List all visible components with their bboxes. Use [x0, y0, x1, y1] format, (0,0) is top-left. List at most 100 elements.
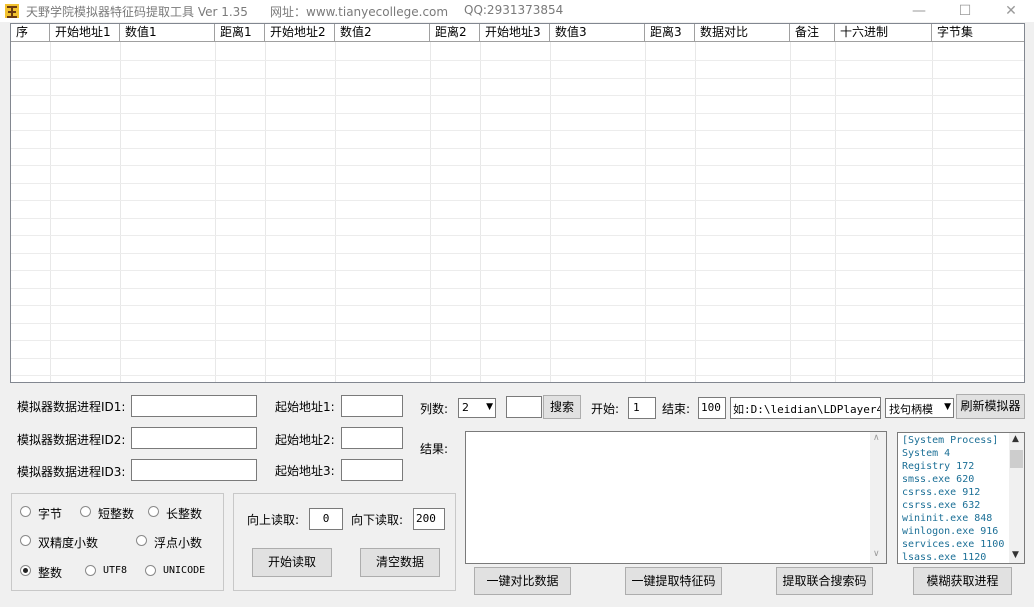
process-item[interactable]: Registry 172: [902, 461, 974, 472]
process-item[interactable]: csrss.exe 632: [902, 500, 980, 511]
radio-int[interactable]: [20, 565, 31, 576]
column-header[interactable]: 开始地址1: [50, 24, 120, 41]
start-label: 开始:: [591, 402, 620, 416]
radio-long[interactable]: [148, 506, 159, 517]
refresh-emulator-button[interactable]: 刷新模拟器: [956, 394, 1025, 419]
grid-row-line: [11, 287, 1024, 289]
column-header[interactable]: 开始地址2: [265, 24, 335, 41]
grid-column-line: [265, 42, 266, 382]
radio-utf8[interactable]: [85, 565, 96, 576]
process-item[interactable]: wininit.exe 848: [902, 513, 992, 524]
handle-select-value: 找句柄模: [889, 403, 933, 416]
grid-column-line: [215, 42, 216, 382]
scroll-up-icon[interactable]: ∧: [873, 433, 880, 443]
column-header[interactable]: 数值3: [550, 24, 645, 41]
process-item[interactable]: csrss.exe 912: [902, 487, 980, 498]
column-header[interactable]: 开始地址3: [480, 24, 550, 41]
clear-data-button[interactable]: 清空数据: [360, 548, 440, 577]
search-input[interactable]: [506, 396, 542, 418]
qq-label: QQ:2931373854: [464, 3, 564, 17]
grid-row-line: [11, 357, 1024, 359]
radio-byte-label[interactable]: 字节: [38, 505, 62, 522]
extract-combined-search-button[interactable]: 提取联合搜索码: [776, 567, 873, 595]
radio-long-label[interactable]: 长整数: [166, 505, 202, 522]
radio-double-label[interactable]: 双精度小数: [38, 534, 98, 551]
addr2-label: 起始地址2:: [275, 433, 335, 447]
scroll-down-icon[interactable]: ∨: [873, 549, 880, 559]
grid-row-line: [11, 375, 1024, 376]
scroll-down-icon[interactable]: ▼: [1012, 550, 1019, 560]
extract-signature-button[interactable]: 一键提取特征码: [625, 567, 722, 595]
process-item[interactable]: System 4: [902, 448, 950, 459]
close-button[interactable]: ✕: [988, 0, 1034, 22]
cols-value: 2: [462, 401, 469, 414]
read-up-label: 向上读取:: [247, 513, 300, 527]
pid2-label: 模拟器数据进程ID2:: [17, 433, 126, 447]
scroll-up-icon[interactable]: ▲: [1012, 434, 1019, 444]
column-header[interactable]: 距离2: [430, 24, 480, 41]
end-label: 结束:: [662, 402, 691, 416]
grid-column-line: [480, 42, 481, 382]
column-header[interactable]: 数据对比: [695, 24, 790, 41]
start-input[interactable]: 1: [628, 397, 656, 419]
fuzzy-process-button[interactable]: 模糊获取进程: [913, 567, 1012, 595]
column-header[interactable]: 十六进制: [835, 24, 932, 41]
radio-byte[interactable]: [20, 506, 31, 517]
radio-double[interactable]: [20, 535, 31, 546]
grid-column-line: [645, 42, 646, 382]
addr3-input[interactable]: [341, 459, 403, 481]
chevron-down-icon: ▼: [486, 402, 493, 412]
column-header[interactable]: 序: [11, 24, 50, 41]
pid3-input[interactable]: [131, 459, 257, 481]
radio-short-label[interactable]: 短整数: [98, 505, 134, 522]
process-scroll-thumb[interactable]: [1010, 450, 1023, 468]
process-item[interactable]: [System Process]: [902, 435, 998, 446]
grid-row-line: [11, 182, 1024, 184]
grid-row-line: [11, 77, 1024, 79]
addr2-input[interactable]: [341, 427, 403, 449]
grid-column-line: [430, 42, 431, 382]
column-header[interactable]: 距离1: [215, 24, 265, 41]
radio-utf8-label[interactable]: UTF8: [103, 565, 127, 576]
path-input[interactable]: 如:D:\leidian\LDPlayer4\: [730, 397, 881, 419]
process-item[interactable]: lsass.exe 1120: [902, 552, 986, 563]
grid-row-line: [11, 165, 1024, 166]
process-item[interactable]: services.exe 1100: [902, 539, 1004, 550]
maximize-button[interactable]: ☐: [942, 0, 988, 22]
process-item[interactable]: smss.exe 620: [902, 474, 974, 485]
column-header[interactable]: 数值2: [335, 24, 430, 41]
minimize-button[interactable]: —: [896, 0, 942, 22]
read-up-input[interactable]: 0: [309, 508, 343, 530]
read-down-label: 向下读取:: [351, 513, 404, 527]
column-header[interactable]: 数值1: [120, 24, 215, 41]
compare-data-button[interactable]: 一键对比数据: [474, 567, 571, 595]
read-down-input[interactable]: 200: [413, 508, 445, 530]
pid2-input[interactable]: [131, 427, 257, 449]
search-button[interactable]: 搜索: [543, 395, 581, 419]
radio-int-label[interactable]: 整数: [38, 564, 62, 581]
process-list[interactable]: [System Process] System 4 Registry 172 s…: [897, 432, 1025, 564]
result-textarea[interactable]: [465, 431, 887, 564]
column-header[interactable]: 备注: [790, 24, 835, 41]
radio-float[interactable]: [136, 535, 147, 546]
radio-unicode-label[interactable]: UNICODE: [163, 565, 205, 576]
result-scrollbar[interactable]: [870, 432, 886, 563]
start-read-button[interactable]: 开始读取: [252, 548, 332, 577]
pid1-input[interactable]: [131, 395, 257, 417]
handle-select[interactable]: 找句柄模 ▼: [885, 398, 954, 418]
grid-column-line: [550, 42, 551, 382]
grid-column-line: [335, 42, 336, 382]
column-header[interactable]: 距离3: [645, 24, 695, 41]
website-label: 网址：www.tianyecollege.com: [270, 5, 449, 19]
data-grid[interactable]: 序 开始地址1 数值1 距离1 开始地址2 数值2 距离2 开始地址3 数值3 …: [10, 23, 1025, 383]
grid-row-line: [11, 60, 1024, 61]
radio-short[interactable]: [80, 506, 91, 517]
column-header[interactable]: 字节集: [932, 24, 1024, 41]
end-input[interactable]: 100: [698, 397, 726, 419]
radio-float-label[interactable]: 浮点小数: [154, 534, 202, 551]
radio-unicode[interactable]: [145, 565, 156, 576]
process-item[interactable]: winlogon.exe 916: [902, 526, 998, 537]
grid-column-line: [120, 42, 121, 382]
cols-select[interactable]: 2 ▼: [458, 398, 496, 418]
addr1-input[interactable]: [341, 395, 403, 417]
